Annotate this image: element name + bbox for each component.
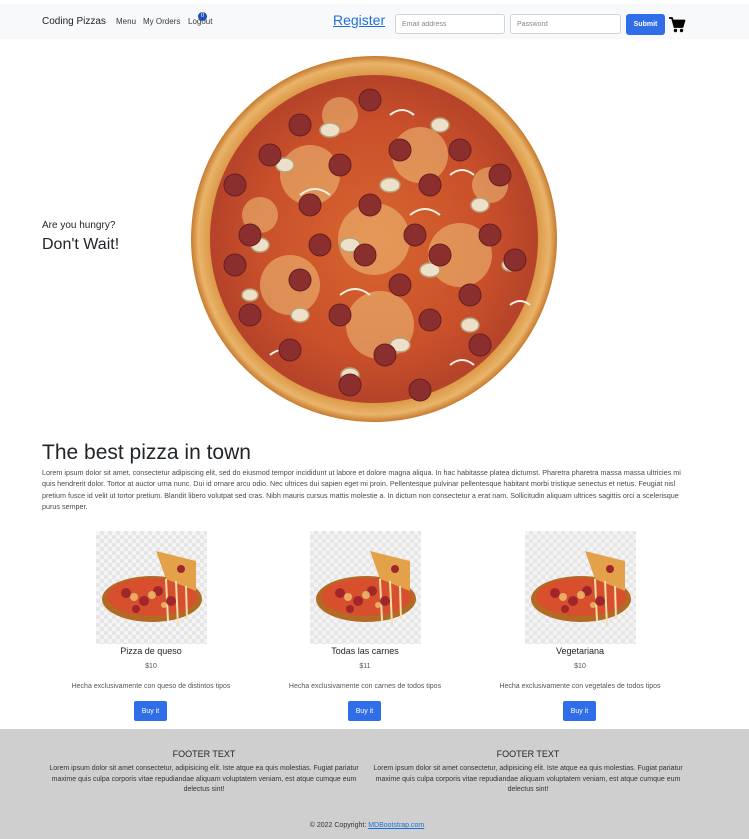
product-name: Todas las carnes — [331, 646, 399, 656]
section-description: Lorem ipsum dolor sit amet, consectetur … — [42, 468, 681, 512]
footer-text: Lorem ipsum dolor sit amet consectetur, … — [49, 765, 359, 793]
nav-my-orders-link[interactable]: My Orders — [143, 17, 180, 26]
brand-link[interactable]: Coding Pizzas — [42, 16, 106, 27]
buy-button[interactable]: Buy it — [134, 701, 167, 721]
product-name: Pizza de queso — [120, 646, 182, 656]
footer-column: FOOTER TEXT Lorem ipsum dolor sit amet c… — [49, 749, 359, 796]
register-link[interactable]: Register — [333, 12, 385, 28]
copyright-text: © 2022 Copyright: — [309, 822, 369, 829]
footer-column: FOOTER TEXT Lorem ipsum dolor sit amet c… — [373, 749, 683, 796]
footer-title: FOOTER TEXT — [496, 749, 560, 759]
hero-subtitle: Are you hungry? — [42, 220, 116, 231]
buy-button[interactable]: Buy it — [563, 701, 596, 721]
product-price: $10 — [574, 663, 586, 670]
pizza-slice-image — [96, 531, 207, 644]
product-name: Vegetariana — [555, 646, 605, 656]
section-title: The best pizza in town — [42, 441, 251, 464]
copyright: © 2022 Copyright: MDBootstrap.com — [0, 822, 734, 829]
hero-title: Don't Wait! — [42, 236, 120, 253]
email-field[interactable] — [395, 14, 505, 34]
product-price: $10 — [145, 663, 157, 670]
footer-title: FOOTER TEXT — [172, 749, 236, 759]
navbar: Coding Pizzas Menu My Orders Logout 0 Re… — [0, 0, 749, 39]
copyright-link[interactable]: MDBootstrap.com — [368, 822, 424, 829]
footer-text: Lorem ipsum dolor sit amet consectetur, … — [373, 765, 683, 793]
password-field[interactable] — [510, 14, 621, 34]
buy-button[interactable]: Buy it — [348, 701, 381, 721]
submit-button[interactable]: Submit — [626, 14, 665, 35]
hero-pizza-image — [190, 55, 558, 423]
shopping-cart-icon[interactable] — [668, 16, 686, 34]
notification-badge: 0 — [198, 12, 207, 21]
pizza-slice-image — [310, 531, 421, 644]
nav-menu-link[interactable]: Menu — [116, 17, 136, 26]
product-description: Hecha exclusivamente con carnes de todos… — [288, 683, 442, 690]
footer: FOOTER TEXT Lorem ipsum dolor sit amet c… — [0, 729, 749, 839]
pizza-slice-image — [525, 531, 636, 644]
product-description: Hecha exclusivamente con queso de distin… — [71, 683, 231, 690]
product-price: $11 — [359, 663, 371, 670]
product-description: Hecha exclusivamente con vegetales de to… — [499, 683, 661, 690]
